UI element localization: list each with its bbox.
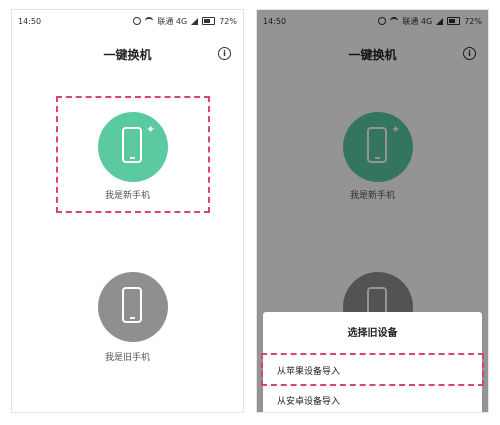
- phone-icon: [122, 127, 142, 163]
- old-phone-label: 我是旧手机: [104, 353, 150, 363]
- status-bar: 14:50 联通 4G 72%: [12, 10, 243, 32]
- battery-icon: [202, 17, 216, 25]
- status-carrier: 联通 4G: [157, 16, 188, 26]
- new-phone-label: 我是新手机: [104, 191, 150, 201]
- import-from-android-item[interactable]: 从安卓设备导入: [277, 394, 340, 407]
- phone-icon: [122, 287, 142, 323]
- sparkle-icon: ✦: [146, 123, 156, 136]
- sheet-title: 选择旧设备: [347, 328, 398, 339]
- status-time: 14:50: [18, 16, 42, 26]
- phone-screen-right: 14:50 联通 4G 72% 一键换机 i ✦ 我是新手机 选择旧设备 从苹果…: [257, 10, 488, 412]
- highlight-box-apple-import: [261, 353, 484, 386]
- info-icon[interactable]: i: [218, 47, 231, 60]
- signal-icon: [191, 17, 199, 25]
- wifi-icon: [145, 17, 154, 25]
- status-battery: 72%: [219, 16, 237, 26]
- alarm-icon: [133, 17, 142, 25]
- title-bar: 一键换机 i: [12, 32, 243, 76]
- phone-screen-left: 14:50 联通 4G 72% 一键换机 i ✦ 我是新手机 我是旧手机: [12, 10, 243, 412]
- old-phone-circle[interactable]: [98, 272, 168, 342]
- page-title: 一键换机: [103, 47, 152, 62]
- new-phone-circle[interactable]: ✦: [98, 112, 168, 182]
